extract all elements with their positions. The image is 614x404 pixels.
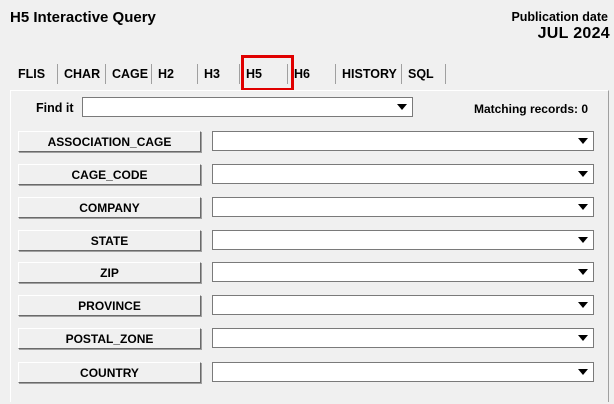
tab-flis[interactable]: FLIS bbox=[12, 64, 58, 84]
tab-h3[interactable]: H3 bbox=[198, 64, 240, 84]
chevron-down-icon[interactable] bbox=[575, 232, 591, 248]
country-button[interactable]: COUNTRY bbox=[18, 362, 201, 383]
province-button[interactable]: PROVINCE bbox=[18, 295, 201, 316]
chevron-down-icon[interactable] bbox=[575, 199, 591, 215]
find-it-combobox[interactable] bbox=[82, 97, 413, 117]
tab-h6[interactable]: H6 bbox=[288, 64, 336, 84]
app-title: H5 Interactive Query bbox=[10, 9, 156, 26]
association-cage-combobox[interactable] bbox=[212, 131, 594, 151]
postal-zone-combobox[interactable] bbox=[212, 328, 594, 348]
chevron-down-icon[interactable] bbox=[575, 264, 591, 280]
tab-history[interactable]: HISTORY bbox=[336, 64, 402, 84]
cage-code-combobox[interactable] bbox=[212, 164, 594, 184]
chevron-down-icon[interactable] bbox=[575, 330, 591, 346]
tab-h5[interactable]: H5 bbox=[240, 64, 288, 84]
country-combobox[interactable] bbox=[212, 362, 594, 382]
tab-char[interactable]: CHAR bbox=[58, 64, 106, 84]
state-combobox[interactable] bbox=[212, 230, 594, 250]
chevron-down-icon[interactable] bbox=[575, 297, 591, 313]
postal-zone-button[interactable]: POSTAL_ZONE bbox=[18, 328, 201, 349]
state-button[interactable]: STATE bbox=[18, 230, 201, 251]
tab-sql[interactable]: SQL bbox=[402, 64, 446, 84]
company-combobox[interactable] bbox=[212, 197, 594, 217]
zip-button[interactable]: ZIP bbox=[18, 262, 201, 283]
cage-code-button[interactable]: CAGE_CODE bbox=[18, 164, 201, 185]
association-cage-button[interactable]: ASSOCIATION_CAGE bbox=[18, 131, 201, 152]
chevron-down-icon[interactable] bbox=[575, 364, 591, 380]
publication-date-label: Publication date bbox=[511, 10, 608, 24]
tab-bar: FLIS CHAR CAGE H2 H3 H5 H6 HISTORY SQL bbox=[12, 64, 446, 84]
company-button[interactable]: COMPANY bbox=[18, 197, 201, 218]
matching-records-count: Matching records: 0 bbox=[473, 102, 588, 116]
chevron-down-icon[interactable] bbox=[394, 99, 410, 115]
province-combobox[interactable] bbox=[212, 295, 594, 315]
find-it-label: Find it bbox=[36, 101, 74, 115]
chevron-down-icon[interactable] bbox=[575, 133, 591, 149]
publication-date-value: JUL 2024 bbox=[537, 25, 610, 42]
zip-combobox[interactable] bbox=[212, 262, 594, 282]
tab-cage[interactable]: CAGE bbox=[106, 64, 152, 84]
tab-h2[interactable]: H2 bbox=[152, 64, 198, 84]
chevron-down-icon[interactable] bbox=[575, 166, 591, 182]
